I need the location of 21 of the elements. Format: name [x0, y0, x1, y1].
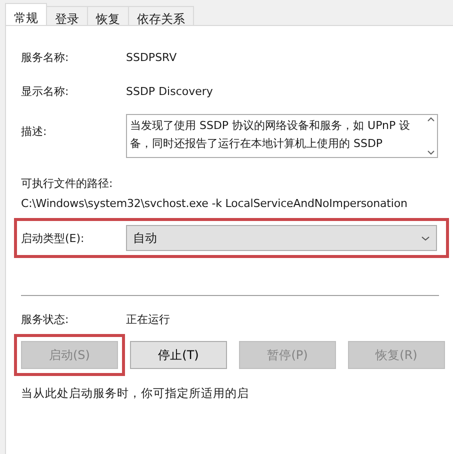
field-label: 显示名称: — [21, 84, 70, 98]
scroll-down-icon[interactable] — [426, 150, 434, 155]
description-box[interactable]: 当发现了使用 SSDP 协议的网络设备和服务，如 UPnP 设备，同时还报告了运行在本地计算机上使用的 SSDP — [126, 114, 438, 158]
field-value: SSDPSRV — [126, 50, 177, 64]
field-label: 描述: — [21, 124, 48, 139]
field-label: 启动类型(E): — [21, 230, 86, 246]
tab[interactable]: 常规 — [5, 3, 47, 25]
service-button[interactable]: 停止(T) — [130, 341, 227, 369]
field-value: 正在运行 — [126, 312, 170, 326]
hint-text: 当从此处启动服务时，你可指定所适用的启 — [21, 386, 250, 401]
field-label: 可执行文件的路径: — [21, 176, 114, 191]
path-text: C:\Windows\system32\svchost.exe -k LocalServiceAndNoImpersonation — [21, 197, 408, 210]
tab[interactable]: 登录 — [46, 6, 88, 25]
field-value: SSDP Discovery — [126, 84, 213, 98]
field-label: 服务状态: — [21, 312, 70, 326]
chevron-down-icon — [421, 236, 430, 240]
scroll-up-icon[interactable] — [426, 117, 434, 122]
startup-type-dropdown[interactable]: 自动 — [126, 225, 437, 251]
field-label: 服务名称: — [21, 50, 70, 64]
tab[interactable]: 依存关系 — [128, 6, 194, 25]
tab[interactable]: 恢复 — [87, 6, 129, 25]
